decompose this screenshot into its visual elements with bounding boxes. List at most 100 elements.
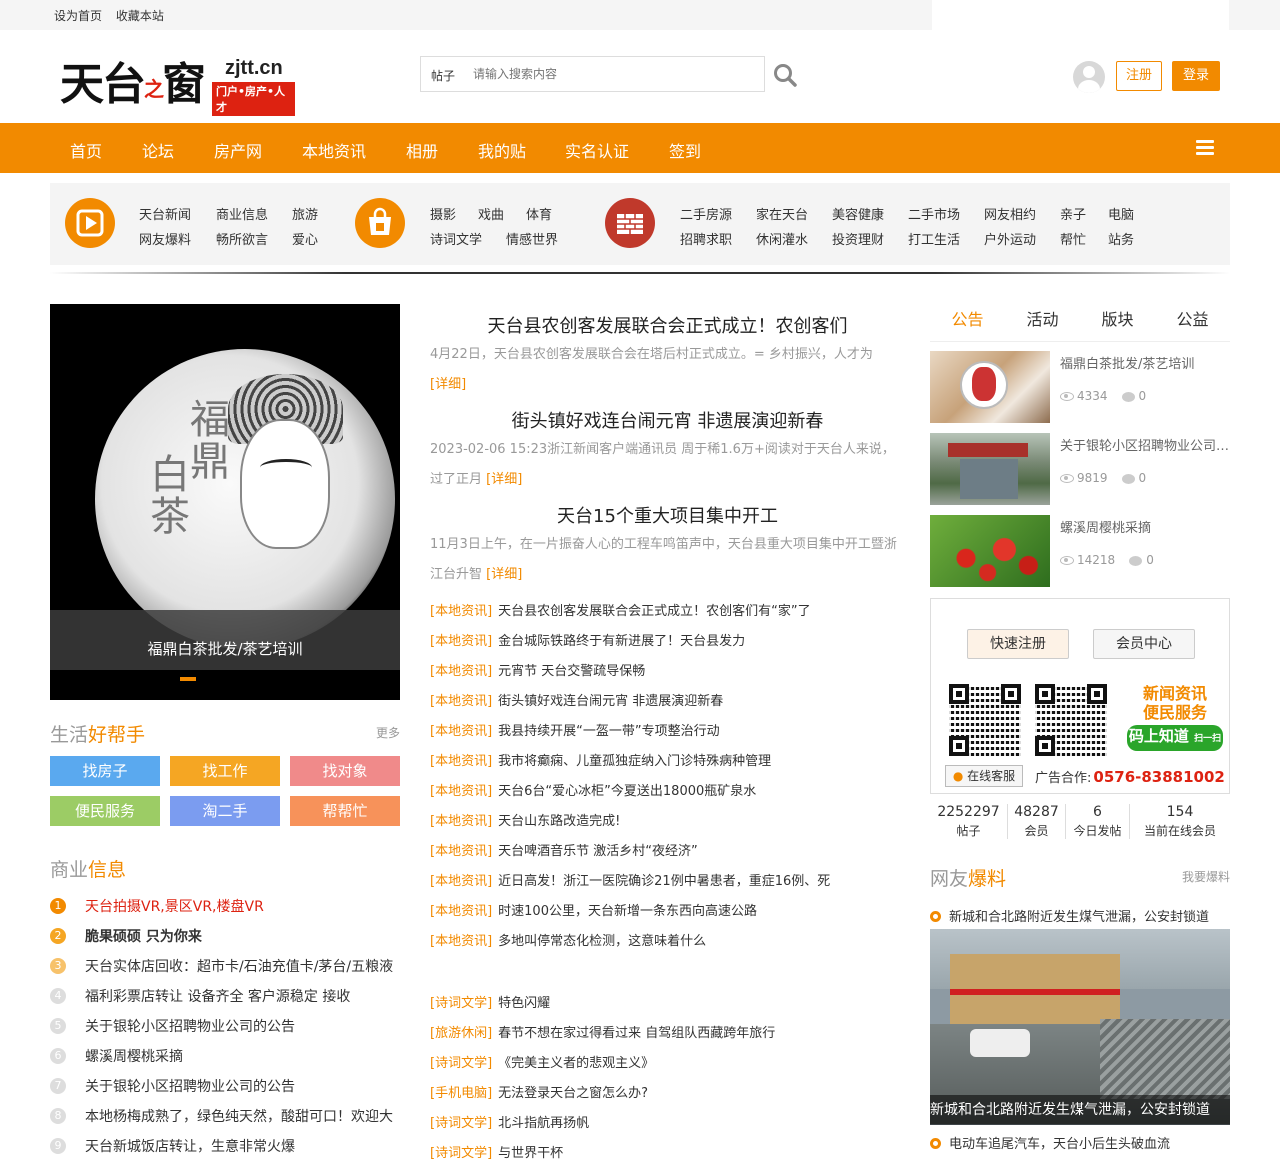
cat-link[interactable]: 诗词文学 <box>430 229 482 248</box>
nav-album[interactable]: 相册 <box>406 138 438 162</box>
news-row[interactable]: [诗词文学] 与世界干杯 <box>430 1142 910 1162</box>
news-row[interactable]: [手机电脑] 无法登录天台之窗怎么办? <box>430 1082 910 1102</box>
cat-link[interactable]: 商业信息 <box>216 204 268 223</box>
news-row[interactable]: [诗词文学] 《完美主义者的悲观主义》 <box>430 1052 910 1072</box>
post-item[interactable]: 螺溪周樱桃采摘 14218 0 <box>930 515 1230 587</box>
cat-link[interactable]: 美容健康 <box>832 204 884 223</box>
headline-title[interactable]: 天台15个重大项目集中开工 <box>430 502 905 528</box>
cat-link[interactable]: 打工生活 <box>908 229 960 248</box>
search-input[interactable] <box>473 63 753 85</box>
post-thumbnail[interactable] <box>930 433 1050 505</box>
login-button[interactable]: 登录 <box>1172 61 1220 91</box>
post-thumbnail[interactable] <box>930 515 1050 587</box>
news-row[interactable]: [本地资讯] 近日高发！浙江一医院确诊21例中暑患者，重症16例、死 <box>430 870 910 890</box>
bookmark-link[interactable]: 收藏本站 <box>116 9 164 23</box>
avatar[interactable] <box>1073 61 1105 93</box>
tipoff-more[interactable]: 我要爆料 <box>1182 868 1230 885</box>
headline-title[interactable]: 天台县农创客发展联合会正式成立！农创客们 <box>430 312 905 338</box>
set-home-link[interactable]: 设为首页 <box>54 9 102 23</box>
cat-link[interactable]: 投资理财 <box>832 229 884 248</box>
search-icon[interactable] <box>772 62 798 88</box>
tipoff-item[interactable]: 电动车追尾汽车，天台小后生头破血流 <box>930 1133 1230 1152</box>
nav-home[interactable]: 首页 <box>70 138 102 162</box>
slider-caption[interactable]: 福鼎白茶批发/茶艺培训 <box>50 638 400 659</box>
cat-link[interactable]: 网友爆料 <box>139 229 191 248</box>
news-row[interactable]: [本地资讯] 天台啤酒音乐节 激活乡村“夜经济” <box>430 840 910 860</box>
news-row[interactable]: [诗词文学] 特色闪耀 <box>430 992 910 1012</box>
list-item[interactable]: 2 脆果硕硕 只为你来 <box>50 926 400 946</box>
second-hand-button[interactable]: 淘二手 <box>170 796 280 826</box>
online-service-button[interactable]: ● 在线客服 <box>945 765 1023 787</box>
news-row[interactable]: [本地资讯] 我市将癫痫、儿童孤独症纳入门诊特殊病种管理 <box>430 750 910 770</box>
cat-link[interactable]: 户外运动 <box>984 229 1036 248</box>
find-partner-button[interactable]: 找对象 <box>290 756 400 786</box>
news-row[interactable]: [本地资讯] 天台县农创客发展联合会正式成立！农创客们有“家”了 <box>430 600 910 620</box>
cat-link[interactable]: 天台新闻 <box>139 204 191 223</box>
cat-link[interactable]: 情感世界 <box>506 229 558 248</box>
search-type-select[interactable]: 帖子 <box>431 67 455 84</box>
register-button[interactable]: 注册 <box>1116 61 1162 91</box>
cat-link[interactable]: 二手市场 <box>908 204 960 223</box>
list-item[interactable]: 3 天台实体店回收：超市卡/石油充值卡/茅台/五粮液 <box>50 956 400 976</box>
news-row[interactable]: [诗词文学] 北斗指航再扬帆 <box>430 1112 910 1132</box>
cat-link[interactable]: 畅所欲言 <box>216 229 268 248</box>
life-helper-more[interactable]: 更多 <box>376 724 400 741</box>
nav-forum[interactable]: 论坛 <box>142 138 174 162</box>
tipoff-item[interactable]: 新城和合北路附近发生煤气泄漏，公安封锁道 <box>930 906 1230 925</box>
cat-link[interactable]: 摄影 <box>430 204 456 223</box>
find-house-button[interactable]: 找房子 <box>50 756 160 786</box>
cat-link[interactable]: 休闲灌水 <box>756 229 808 248</box>
cat-link[interactable]: 爱心 <box>292 229 318 248</box>
post-title[interactable]: 福鼎白茶批发/茶艺培训 <box>1060 353 1230 372</box>
list-item[interactable]: 4 福利彩票店转让 设备齐全 客户源稳定 接收 <box>50 986 400 1006</box>
tipoff-image[interactable]: 新城和合北路附近发生煤气泄漏，公安封锁道 <box>930 929 1230 1125</box>
headline-title[interactable]: 街头镇好戏连台闹元宵 非遗展演迎新春 <box>430 407 905 433</box>
news-row[interactable]: [本地资讯] 天台6台“爱心冰柜”今夏送出18000瓶矿泉水 <box>430 780 910 800</box>
post-title[interactable]: 关于银轮小区招聘物业公司的公告 <box>1060 435 1230 454</box>
image-slider[interactable]: 白茶 福鼎 福鼎白茶批发/茶艺培训 <box>50 304 400 700</box>
quick-register-button[interactable]: 快速注册 <box>967 629 1069 659</box>
news-row[interactable]: [本地资讯] 元宵节 天台交警疏导保畅 <box>430 660 910 680</box>
post-item[interactable]: 关于银轮小区招聘物业公司的公告 98190 <box>930 433 1230 505</box>
list-item[interactable]: 9 天台新城饭店转让，生意非常火爆 <box>50 1136 400 1156</box>
detail-link[interactable]: [详细] <box>430 377 466 392</box>
news-row[interactable]: [本地资讯] 多地叫停常态化检测，这意味着什么 <box>430 930 910 950</box>
cat-link[interactable]: 家在天台 <box>756 204 808 223</box>
nav-verify[interactable]: 实名认证 <box>565 138 629 162</box>
list-item[interactable]: 1 天台拍摄VR,景区VR,楼盘VR <box>50 896 400 916</box>
cat-link[interactable]: 体育 <box>526 204 552 223</box>
nav-checkin[interactable]: 签到 <box>669 138 701 162</box>
site-logo[interactable]: 天台之窗 zjtt.cn 门户•房产•人才 <box>60 42 295 116</box>
find-job-button[interactable]: 找工作 <box>170 756 280 786</box>
news-row[interactable]: [本地资讯] 金台城际铁路终于有新进展了！天台县发力 <box>430 630 910 650</box>
menu-icon[interactable] <box>1196 140 1214 156</box>
help-button[interactable]: 帮帮忙 <box>290 796 400 826</box>
news-row[interactable]: [本地资讯] 天台山东路改造完成! <box>430 810 910 830</box>
slider-dot[interactable] <box>180 677 196 681</box>
news-row[interactable]: [本地资讯] 街头镇好戏连台闹元宵 非遗展演迎新春 <box>430 690 910 710</box>
list-item[interactable]: 6 螺溪周樱桃采摘 <box>50 1046 400 1066</box>
cat-link[interactable]: 电脑 <box>1108 204 1134 223</box>
member-center-button[interactable]: 会员中心 <box>1093 629 1195 659</box>
nav-local-news[interactable]: 本地资讯 <box>302 138 366 162</box>
cat-link[interactable]: 招聘求职 <box>680 229 732 248</box>
cat-link[interactable]: 站务 <box>1108 229 1134 248</box>
post-title[interactable]: 螺溪周樱桃采摘 <box>1060 517 1230 536</box>
nav-my-posts[interactable]: 我的贴 <box>478 138 526 162</box>
detail-link[interactable]: [详细] <box>486 567 522 582</box>
list-item[interactable]: 8 本地杨梅成熟了，绿色纯天然，酸甜可口！欢迎大 <box>50 1106 400 1126</box>
list-item[interactable]: 5 关于银轮小区招聘物业公司的公告 <box>50 1016 400 1036</box>
cat-link[interactable]: 帮忙 <box>1060 229 1086 248</box>
news-row[interactable]: [本地资讯] 时速100公里，天台新增一条东西向高速公路 <box>430 900 910 920</box>
post-thumbnail[interactable] <box>930 351 1050 423</box>
detail-link[interactable]: [详细] <box>486 472 522 487</box>
post-item[interactable]: 福鼎白茶批发/茶艺培训 4334 0 <box>930 351 1230 423</box>
cat-link[interactable]: 戏曲 <box>478 204 504 223</box>
service-button[interactable]: 便民服务 <box>50 796 160 826</box>
cat-link[interactable]: 二手房源 <box>680 204 732 223</box>
cat-link[interactable]: 旅游 <box>292 204 318 223</box>
news-row[interactable]: [旅游休闲] 春节不想在家过得看过来 自驾组队西藏跨年旅行 <box>430 1022 910 1042</box>
cat-link[interactable]: 亲子 <box>1060 204 1086 223</box>
nav-house[interactable]: 房产网 <box>214 138 262 162</box>
cat-link[interactable]: 网友相约 <box>984 204 1036 223</box>
